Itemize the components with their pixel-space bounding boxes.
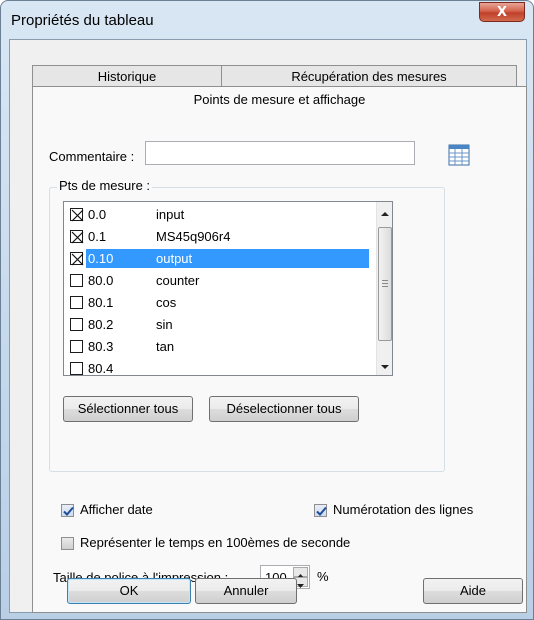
select-all-button[interactable]: Sélectionner tous: [63, 396, 193, 422]
comment-label: Commentaire :: [49, 149, 135, 164]
point-name: tan: [156, 339, 175, 354]
line-numbering-label[interactable]: Numérotation des lignes: [333, 502, 473, 517]
ok-button[interactable]: OK: [67, 578, 191, 604]
scroll-up-arrow-icon[interactable]: [380, 207, 390, 217]
spin-up-icon[interactable]: [293, 567, 308, 578]
point-id: 80.1: [88, 295, 114, 310]
point-text[interactable]: 0.10 output: [86, 249, 369, 268]
cross-icon: [71, 231, 84, 244]
point-name: output: [156, 251, 193, 266]
help-button[interactable]: Aide: [423, 578, 523, 604]
list-item[interactable]: 80.0 counter: [66, 270, 372, 292]
point-name: sin: [156, 317, 173, 332]
point-name: cos: [156, 295, 177, 310]
point-text[interactable]: 80.2 sin: [86, 315, 369, 334]
tab-recuperation-mesures[interactable]: Récupération des mesures: [221, 65, 517, 87]
point-id: 0.10: [88, 251, 114, 266]
list-item[interactable]: 0.10 output: [66, 248, 372, 270]
scroll-thumb[interactable]: [378, 227, 392, 341]
point-name: MS45q906r4: [156, 229, 231, 244]
deselect-all-label: Déselectionner tous: [226, 401, 342, 416]
comment-input[interactable]: [145, 141, 415, 165]
select-all-label: Sélectionner tous: [77, 401, 179, 416]
point-text[interactable]: 80.4: [86, 359, 369, 376]
window-title: Propriétés du tableau: [11, 12, 154, 29]
help-label: Aide: [459, 583, 487, 598]
cancel-label: Annuler: [223, 583, 269, 598]
point-checkbox[interactable]: [70, 340, 83, 353]
point-text[interactable]: 80.1 cos: [86, 293, 369, 312]
points-listbox[interactable]: 0.0 input 0.1 MS45q906r4 0.10 output 80.0 count…: [63, 201, 393, 376]
tab-recuperation-label: Récupération des mesures: [291, 69, 447, 84]
font-size-unit: %: [317, 569, 329, 584]
list-item[interactable]: 80.3 tan: [66, 336, 372, 358]
close-button[interactable]: X: [479, 2, 525, 22]
tab-panel: Commentaire : Pts de mesure : 0.0 input …: [32, 117, 527, 613]
list-item[interactable]: 0.0 input: [66, 204, 372, 226]
cancel-button[interactable]: Annuler: [195, 578, 297, 604]
point-checkbox[interactable]: [70, 252, 84, 266]
point-id: 80.3: [88, 339, 114, 354]
hundredths-checkbox[interactable]: [61, 537, 74, 550]
tab-points-mesure-affichage[interactable]: Points de mesure et affichage: [32, 86, 527, 118]
points-group-title: Pts de mesure :: [57, 178, 153, 193]
tab-historique[interactable]: Historique: [32, 65, 222, 87]
close-icon: X: [496, 4, 508, 20]
tab-points-label: Points de mesure et affichage: [193, 92, 366, 107]
point-checkbox[interactable]: [70, 318, 83, 331]
point-name: input: [156, 207, 185, 222]
point-checkbox[interactable]: [70, 296, 83, 309]
line-numbering-checkbox[interactable]: [314, 504, 327, 517]
ok-label: OK: [119, 583, 139, 598]
checkmark-icon: [63, 506, 74, 516]
cross-icon: [71, 209, 84, 222]
point-text[interactable]: 80.3 tan: [86, 337, 369, 356]
point-text[interactable]: 0.0 input: [86, 205, 369, 224]
title-bar[interactable]: Propriétés du tableau X: [1, 1, 533, 37]
point-id: 0.1: [88, 229, 107, 244]
point-name: counter: [156, 273, 200, 288]
list-item[interactable]: 80.2 sin: [66, 314, 372, 336]
dialog-client-area: Historique Récupération des mesures Poin…: [9, 39, 527, 613]
table-icon[interactable]: [448, 144, 470, 166]
deselect-all-button[interactable]: Déselectionner tous: [209, 396, 359, 422]
point-id: 0.0: [88, 207, 107, 222]
list-item[interactable]: 80.4: [66, 358, 372, 376]
cross-icon: [71, 253, 84, 266]
points-scrollbar[interactable]: [376, 202, 392, 375]
checkmark-icon: [316, 506, 327, 516]
point-text[interactable]: 80.0 counter: [86, 271, 369, 290]
point-id: 80.4: [88, 361, 114, 376]
point-id: 80.0: [88, 273, 114, 288]
point-checkbox[interactable]: [70, 362, 83, 375]
point-checkbox[interactable]: [70, 230, 84, 244]
scroll-down-arrow-icon[interactable]: [380, 360, 390, 370]
list-item[interactable]: 80.1 cos: [66, 292, 372, 314]
tab-historique-label: Historique: [97, 69, 157, 84]
properties-dialog: Propriétés du tableau X Historique Récup…: [0, 0, 534, 620]
point-id: 80.2: [88, 317, 114, 332]
point-checkbox[interactable]: [70, 208, 84, 222]
show-date-checkbox[interactable]: [61, 504, 74, 517]
hundredths-label[interactable]: Représenter le temps en 100èmes de secon…: [80, 535, 350, 550]
point-text[interactable]: 0.1 MS45q906r4: [86, 227, 369, 246]
list-item[interactable]: 0.1 MS45q906r4: [66, 226, 372, 248]
show-date-label[interactable]: Afficher date: [80, 502, 153, 517]
point-checkbox[interactable]: [70, 274, 83, 287]
